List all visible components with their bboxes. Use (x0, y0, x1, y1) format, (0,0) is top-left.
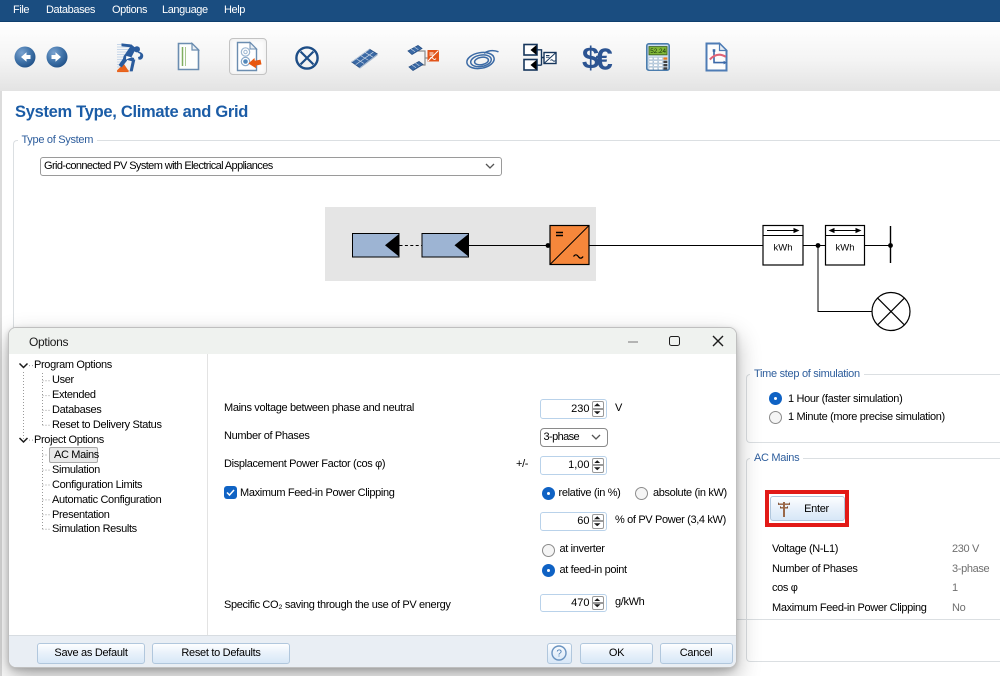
svg-text:52.24: 52.24 (650, 48, 666, 55)
svg-text:€: € (596, 42, 613, 75)
svg-text:kWh: kWh (774, 243, 793, 254)
svg-text:kWh: kWh (836, 243, 855, 254)
svg-text:?: ? (557, 649, 563, 660)
